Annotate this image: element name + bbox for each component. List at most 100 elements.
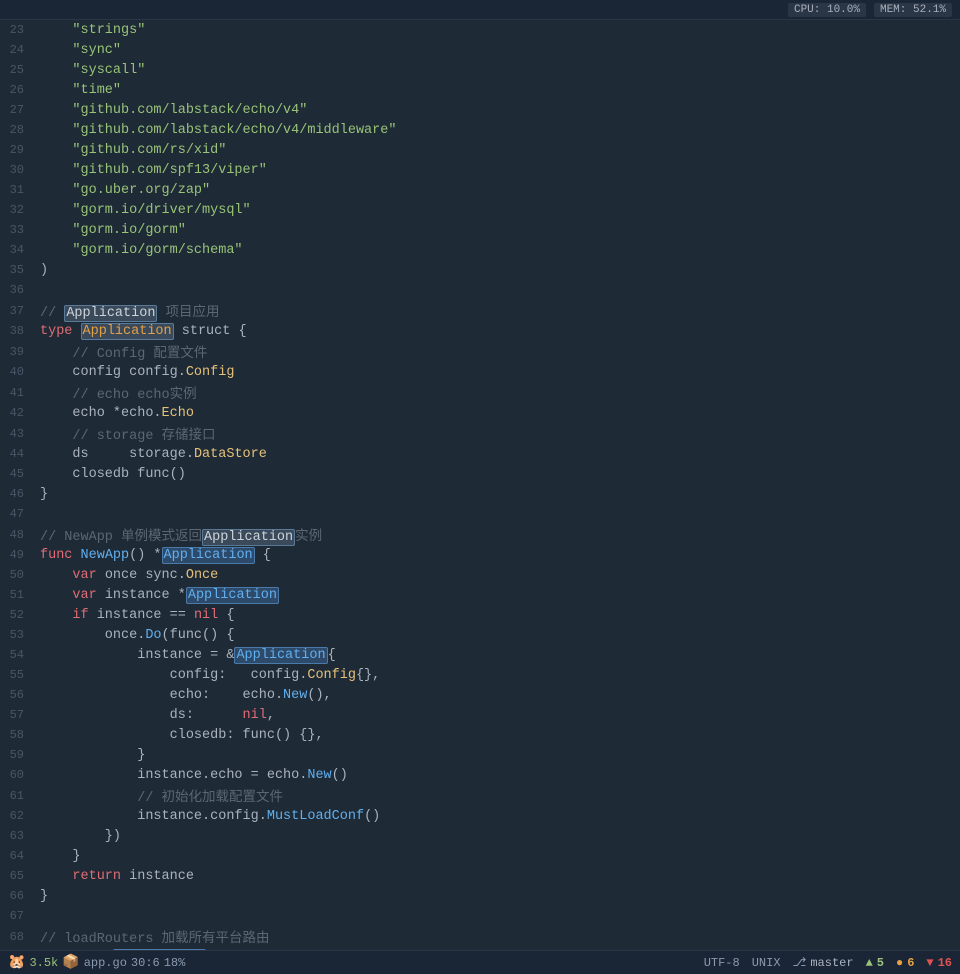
code-line: 53 once.Do(func() { [0,625,960,645]
line-content: return instance [34,869,960,884]
plain-token [40,83,72,98]
code-line: 35) [0,260,960,280]
line-content: "github.com/rs/xid" [34,143,960,158]
line-content: ds: nil, [34,708,960,723]
line-content: func NewApp() *Application { [34,548,960,563]
line-number: 59 [0,748,30,762]
line-number: 32 [0,203,30,217]
plain-token [72,324,80,339]
top-bar: CPU: 10.0% MEM: 52.1% [0,0,960,20]
line-content: ds storage.DataStore [34,447,960,462]
count-orange-icon: ● [896,956,903,970]
line-content: } [34,487,960,502]
line-content: } [34,849,960,864]
line-content: "strings" [34,23,960,38]
git-branch: ⎇ master [793,955,854,970]
plain-token: () [332,768,348,783]
line-number: 47 [0,507,30,521]
plain-token: instance.echo = echo. [40,768,307,783]
line-content: closedb func() [34,467,960,482]
line-number: 24 [0,43,30,57]
status-bar: 🐹 3.5k 📦 app.go 30:6 18% UTF-8 UNIX ⎇ ma… [0,950,960,974]
plain-token: ds: [40,708,243,723]
comment-token: // Config 配置文件 [40,347,207,362]
kw-nil-token: nil [243,708,267,723]
string-token: "gorm.io/driver/mysql" [72,203,250,218]
type-name-token: Config [307,668,356,683]
type-name-token: Echo [162,406,194,421]
code-line: 59 } [0,745,960,765]
percent: 18% [164,956,186,970]
line-number: 23 [0,23,30,37]
count-red-val: 16 [938,956,952,970]
type-name-token: Config [186,365,235,380]
plain-token: config config. [40,365,186,380]
line-number: 53 [0,628,30,642]
code-line: 45 closedb func() [0,464,960,484]
code-line: 27 "github.com/labstack/echo/v4" [0,100,960,120]
line-number: 46 [0,487,30,501]
code-line: 40 config config.Config [0,362,960,382]
line-number: 25 [0,63,30,77]
plain-token: instance.config. [40,809,267,824]
code-line: 49func NewApp() *Application { [0,545,960,565]
line-content: if instance == nil { [34,608,960,623]
line-content: instance.echo = echo.New() [34,768,960,783]
line-number: 64 [0,849,30,863]
line-number: 63 [0,829,30,843]
package-icon: 📦 [62,954,79,971]
plain-token: (), [307,688,331,703]
plain-token: instance = & [40,648,234,663]
line-content: "gorm.io/driver/mysql" [34,203,960,218]
plain-token: instance * [97,588,186,603]
code-line: 62 instance.config.MustLoadConf() [0,806,960,826]
comment-token: // 初始化加载配置文件 [40,791,283,806]
plain-token [40,43,72,58]
code-line: 44 ds storage.DataStore [0,444,960,464]
plain-token [72,548,80,563]
code-line: 42 echo *echo.Echo [0,403,960,423]
func-name-token: NewApp [81,548,130,563]
code-line: 29 "github.com/rs/xid" [0,140,960,160]
code-line: 47 [0,504,960,524]
code-editor[interactable]: 23 "strings"24 "sync"25 "syscall"26 "tim… [0,20,960,950]
code-line: 61 // 初始化加载配置文件 [0,785,960,806]
line-number: 45 [0,467,30,481]
line-number: 51 [0,588,30,602]
plain-token: () { [311,950,343,951]
line-number: 62 [0,809,30,823]
plain-token: instance == [89,608,194,623]
line-content: } [34,748,960,763]
plain-token: }) [40,829,121,844]
filename: app.go [84,956,127,970]
line-content [34,909,960,924]
count-green-item: ▲ 5 [866,956,884,970]
plain-token [40,203,72,218]
line-content: var once sync.Once [34,568,960,583]
plain-token: closedb: func() {} [40,728,315,743]
code-line: 37// Application 项目应用 [0,300,960,321]
code-line: 56 echo: echo.New(), [0,685,960,705]
code-line: 66} [0,886,960,906]
cpu-metric: CPU: 10.0% [788,3,866,17]
plain-token: (a * [72,950,113,951]
line-content: // echo echo实例 [34,382,960,403]
plain-token [40,103,72,118]
line-number: 58 [0,728,30,742]
line-number: 48 [0,528,30,542]
line-content: type Application struct { [34,324,960,339]
comment-token: // [40,306,64,321]
line-number: 68 [0,930,30,944]
branch-name: master [810,956,853,970]
comment-token: 实例 [295,530,322,545]
code-line: 30 "github.com/spf13/viper" [0,160,960,180]
line-number: 38 [0,324,30,338]
file-size: 3.5k [29,956,58,970]
plain-token: once sync. [97,568,186,583]
code-line: 58 closedb: func() {}, [0,725,960,745]
method-token: MustLoadConf [267,809,364,824]
line-number: 37 [0,304,30,318]
line-number: 26 [0,83,30,97]
plain-token: config: config. [40,668,307,683]
comment-token: 项目应用 [157,306,219,321]
